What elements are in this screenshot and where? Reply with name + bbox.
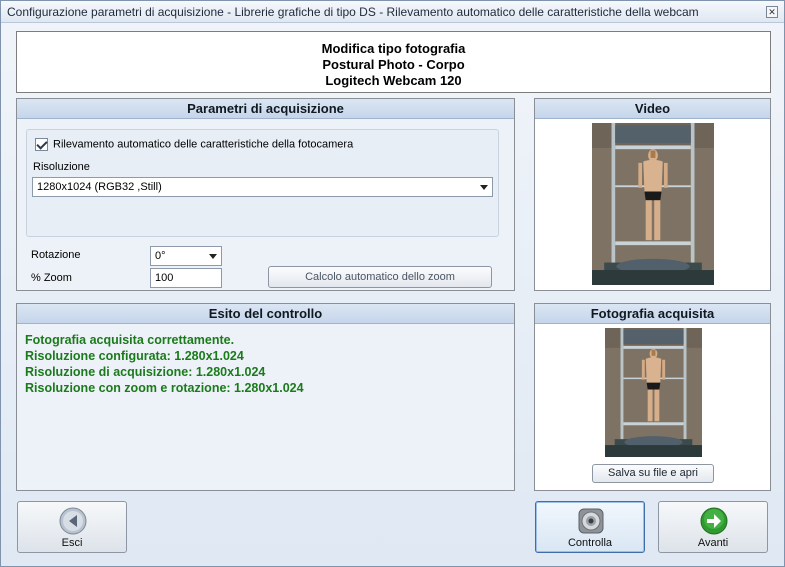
- header-camera-name: Logitech Webcam 120: [325, 73, 462, 88]
- auto-detect-row[interactable]: Rilevamento automatico delle caratterist…: [35, 138, 353, 152]
- video-title: Video: [535, 99, 770, 119]
- video-image: [592, 123, 714, 285]
- rotation-value: 0°: [155, 250, 166, 262]
- video-panel: Video: [534, 98, 771, 291]
- check-button[interactable]: Controlla: [535, 501, 645, 553]
- result-line: Fotografia acquisita correttamente.: [25, 333, 235, 347]
- acquired-photo-preview: [560, 328, 747, 457]
- window-title: Configurazione parametri di acquisizione…: [7, 5, 699, 19]
- close-button[interactable]: ✕: [766, 6, 778, 18]
- resolution-value: 1280x1024 (RGB32 ,Still): [37, 181, 162, 193]
- check-result-text: Fotografia acquisita correttamente. Riso…: [25, 332, 304, 396]
- check-result-panel: Esito del controllo Fotografia acquisita…: [16, 303, 515, 491]
- chevron-down-icon: [209, 254, 217, 259]
- header-title: Modifica tipo fotografia: [321, 41, 466, 56]
- header-photo-type: Postural Photo - Corpo: [322, 57, 465, 72]
- auto-detect-group: Rilevamento automatico delle caratterist…: [26, 129, 499, 237]
- rotation-label: Rotazione: [31, 249, 81, 261]
- webcam-icon: [578, 508, 604, 534]
- calc-zoom-button[interactable]: Calcolo automatico dello zoom: [268, 266, 492, 288]
- check-result-title: Esito del controllo: [17, 304, 514, 324]
- auto-detect-checkbox[interactable]: [35, 138, 48, 151]
- auto-detect-label: Rilevamento automatico delle caratterist…: [53, 138, 354, 151]
- zoom-label: % Zoom: [31, 272, 72, 284]
- result-line: Risoluzione di acquisizione: 1.280x1.024: [25, 365, 266, 379]
- exit-label: Esci: [61, 537, 83, 549]
- dialog-window: Configurazione parametri di acquisizione…: [0, 0, 785, 567]
- title-bar: Configurazione parametri di acquisizione…: [1, 1, 784, 23]
- next-label: Avanti: [697, 537, 729, 549]
- video-preview: [560, 123, 747, 285]
- forward-arrow-icon: [700, 507, 728, 535]
- save-and-open-button[interactable]: Salva su file e apri: [592, 464, 714, 483]
- exit-button[interactable]: Esci: [17, 501, 127, 553]
- next-button[interactable]: Avanti: [658, 501, 768, 553]
- chevron-down-icon: [480, 185, 488, 190]
- acquisition-params-title: Parametri di acquisizione: [17, 99, 514, 119]
- acquisition-params-panel: Parametri di acquisizione Rilevamento au…: [16, 98, 515, 291]
- result-line: Risoluzione con zoom e rotazione: 1.280x…: [25, 381, 304, 395]
- header-box: Modifica tipo fotografia Postural Photo …: [16, 31, 771, 93]
- acquired-photo-panel: Fotografia acquisita Salva su file e apr…: [534, 303, 771, 491]
- rotation-select[interactable]: 0°: [150, 246, 222, 266]
- check-label: Controlla: [567, 537, 613, 549]
- resolution-label: Risoluzione: [33, 161, 90, 173]
- acquired-photo-image: [605, 328, 702, 457]
- result-line: Risoluzione configurata: 1.280x1.024: [25, 349, 244, 363]
- resolution-select[interactable]: 1280x1024 (RGB32 ,Still): [32, 177, 493, 197]
- acquired-photo-title: Fotografia acquisita: [535, 304, 770, 324]
- back-arrow-icon: [59, 507, 87, 535]
- zoom-input[interactable]: 100: [150, 268, 222, 288]
